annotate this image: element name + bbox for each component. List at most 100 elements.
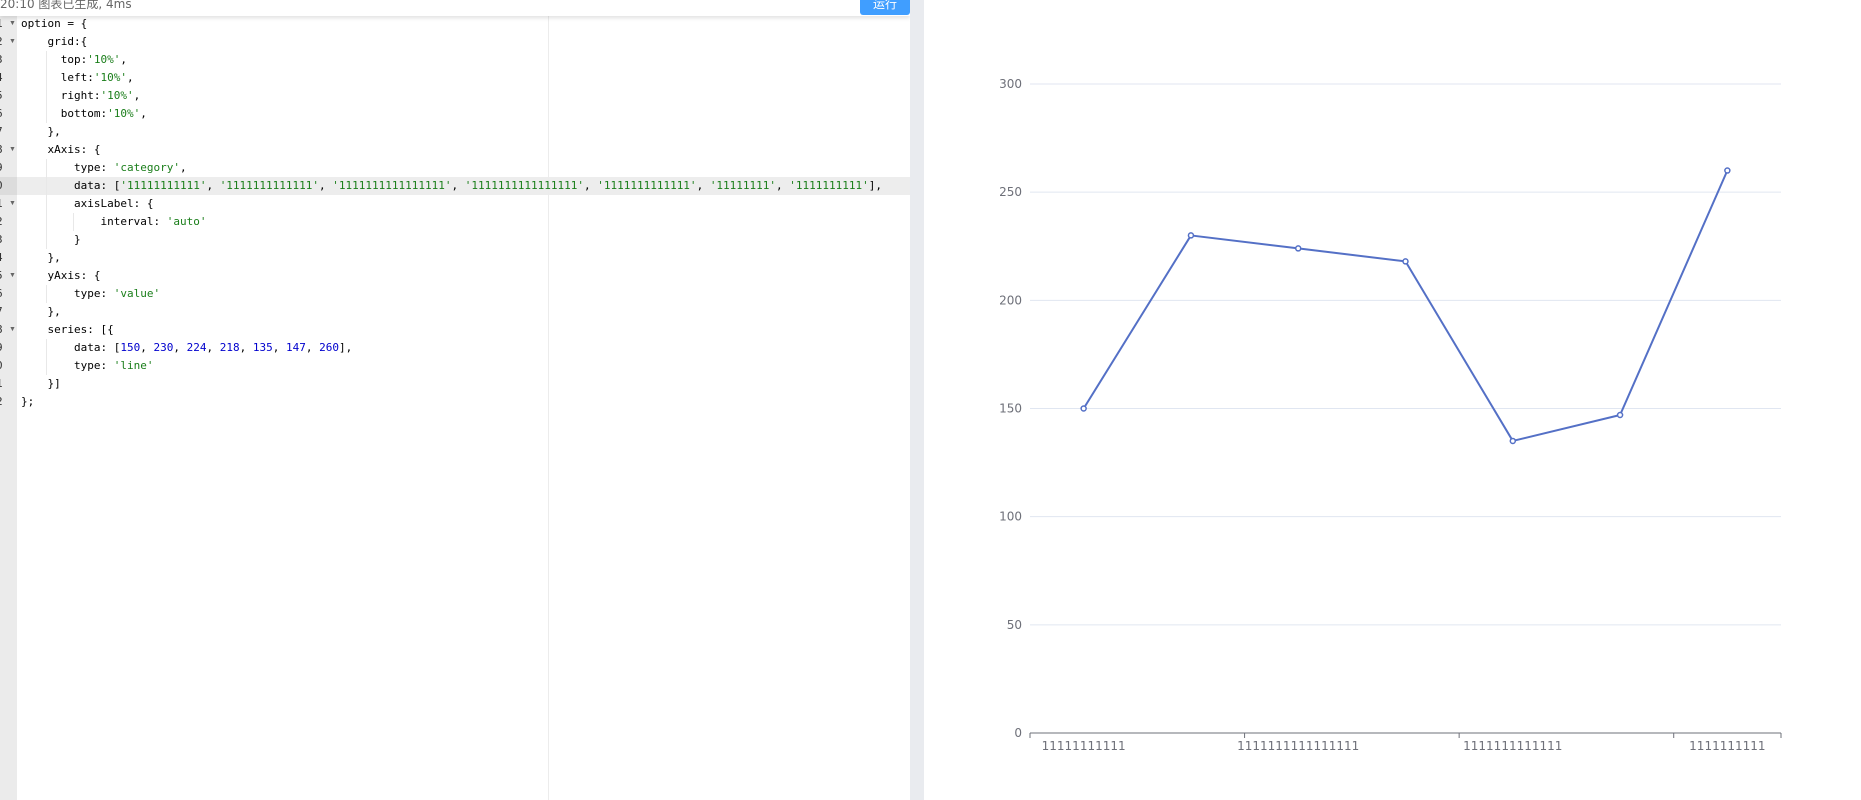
- x-tick-label: 1111111111111111: [1237, 739, 1359, 753]
- data-point[interactable]: [1187, 232, 1195, 239]
- code-token: ,: [206, 179, 220, 192]
- code-token: ,: [179, 161, 187, 174]
- line-number: 9: [0, 159, 9, 177]
- code-token: axisLabel: {: [21, 197, 154, 210]
- string-token: '1111111111111111': [332, 179, 452, 192]
- data-point[interactable]: [1080, 405, 1087, 412]
- data-point[interactable]: [1509, 437, 1517, 445]
- code-line: }: [21, 231, 81, 249]
- run-button[interactable]: 运行: [860, 0, 910, 15]
- code-line: data: ['11111111111', '1111111111111', '…: [21, 177, 882, 195]
- code-line: yAxis: {: [21, 267, 100, 285]
- code-token: grid:{: [21, 35, 88, 48]
- x-tick-label: 1111111111111: [1463, 739, 1562, 753]
- x-tick-label: 11111111111: [1042, 739, 1126, 753]
- data-point[interactable]: [1616, 411, 1624, 419]
- string-token: '10%': [87, 53, 121, 66]
- line-number: 5: [0, 87, 9, 105]
- string-token: '1111111111': [789, 179, 869, 192]
- code-token: ,: [206, 341, 220, 354]
- line-number: 2: [0, 213, 9, 231]
- fold-toggle-icon[interactable]: ▼: [9, 321, 16, 339]
- y-tick-label: 100: [999, 510, 1022, 524]
- chart-preview-pane: 0 50 100 150 200 250 300 11111111111 11111111111…: [924, 0, 1861, 800]
- code-token: },: [21, 305, 61, 318]
- series-line: [1082, 170, 1729, 442]
- code-token: ,: [133, 89, 141, 102]
- string-token: '11111111111': [120, 179, 207, 192]
- line-number: 1: [0, 15, 9, 33]
- data-point[interactable]: [1402, 258, 1409, 265]
- string-token: '10%': [100, 89, 134, 102]
- code-token: ,: [120, 53, 127, 66]
- x-tick-label: 1111111111: [1689, 739, 1765, 753]
- string-token: 'value': [113, 287, 161, 300]
- code-line: type: 'category',: [21, 159, 187, 177]
- code-token: series: [{: [21, 323, 114, 336]
- fold-toggle-icon[interactable]: ▼: [9, 15, 16, 33]
- code-line: data: [150, 230, 224, 218, 135, 147, 260…: [21, 339, 352, 357]
- line-number: 0: [0, 357, 9, 375]
- fold-toggle-icon[interactable]: ▼: [9, 195, 16, 213]
- code-line: },: [21, 303, 61, 321]
- y-tick-label: 50: [1007, 618, 1022, 632]
- code-token: ,: [451, 179, 465, 192]
- line-number: 8: [0, 141, 9, 159]
- y-tick-label: 150: [999, 402, 1022, 416]
- code-token: ,: [583, 179, 598, 192]
- code-line: top:'10%',: [21, 51, 127, 69]
- code-line: };: [21, 393, 34, 411]
- code-token: type:: [21, 359, 114, 372]
- string-token: '1111111111111111': [464, 179, 584, 192]
- string-token: 'line': [113, 359, 154, 372]
- code-token: yAxis: {: [21, 269, 101, 282]
- code-token: right:: [21, 89, 101, 102]
- data-point[interactable]: [1294, 245, 1302, 252]
- code-token: ,: [126, 71, 134, 84]
- line-number: 3: [0, 51, 9, 69]
- code-line: }]: [21, 375, 61, 393]
- line-number: 4: [0, 69, 9, 87]
- code-editor[interactable]: [17, 16, 910, 800]
- code-token: ,: [319, 179, 333, 192]
- y-tick-label: 200: [999, 293, 1022, 307]
- line-number: 2: [0, 393, 9, 411]
- status-text: 20:10 图表已生成, 4ms: [0, 0, 132, 11]
- line-number: 6: [0, 105, 9, 123]
- fold-toggle-icon[interactable]: ▼: [9, 141, 16, 159]
- code-token: ],: [868, 179, 883, 192]
- line-number: 1: [0, 195, 9, 213]
- fold-toggle-icon[interactable]: ▼: [9, 33, 16, 51]
- code-token: ,: [239, 341, 253, 354]
- code-token: ,: [272, 341, 286, 354]
- code-token: ,: [173, 341, 187, 354]
- code-line: interval: 'auto': [21, 213, 206, 231]
- code-token: }: [21, 233, 81, 246]
- pane-resize-divider[interactable]: [910, 0, 924, 800]
- string-token: '1111111111111': [597, 179, 697, 192]
- string-token: 'category': [113, 161, 180, 174]
- print-margin: [548, 16, 549, 800]
- code-token: },: [21, 251, 61, 264]
- number-token: 260: [319, 341, 339, 354]
- line-number: 7: [0, 123, 9, 141]
- line-number: 4: [0, 249, 9, 267]
- string-token: 'auto': [166, 215, 207, 228]
- code-line: type: 'value': [21, 285, 160, 303]
- code-line: grid:{: [21, 33, 87, 51]
- code-line: xAxis: {: [21, 141, 100, 159]
- code-line: type: 'line': [21, 357, 154, 375]
- code-token: }]: [21, 377, 61, 390]
- code-line: bottom:'10%',: [21, 105, 147, 123]
- code-token: left:: [21, 71, 94, 84]
- code-line: },: [21, 123, 60, 141]
- fold-toggle-icon[interactable]: ▼: [9, 267, 16, 285]
- code-line: left:'10%',: [21, 69, 134, 87]
- string-token: '10%': [93, 71, 127, 84]
- code-token: data: [: [21, 179, 121, 192]
- code-token: option = {: [21, 17, 88, 30]
- y-tick-label: 300: [999, 77, 1022, 91]
- string-token: '1111111111111': [219, 179, 320, 192]
- code-token: };: [21, 395, 35, 408]
- data-point[interactable]: [1724, 167, 1731, 174]
